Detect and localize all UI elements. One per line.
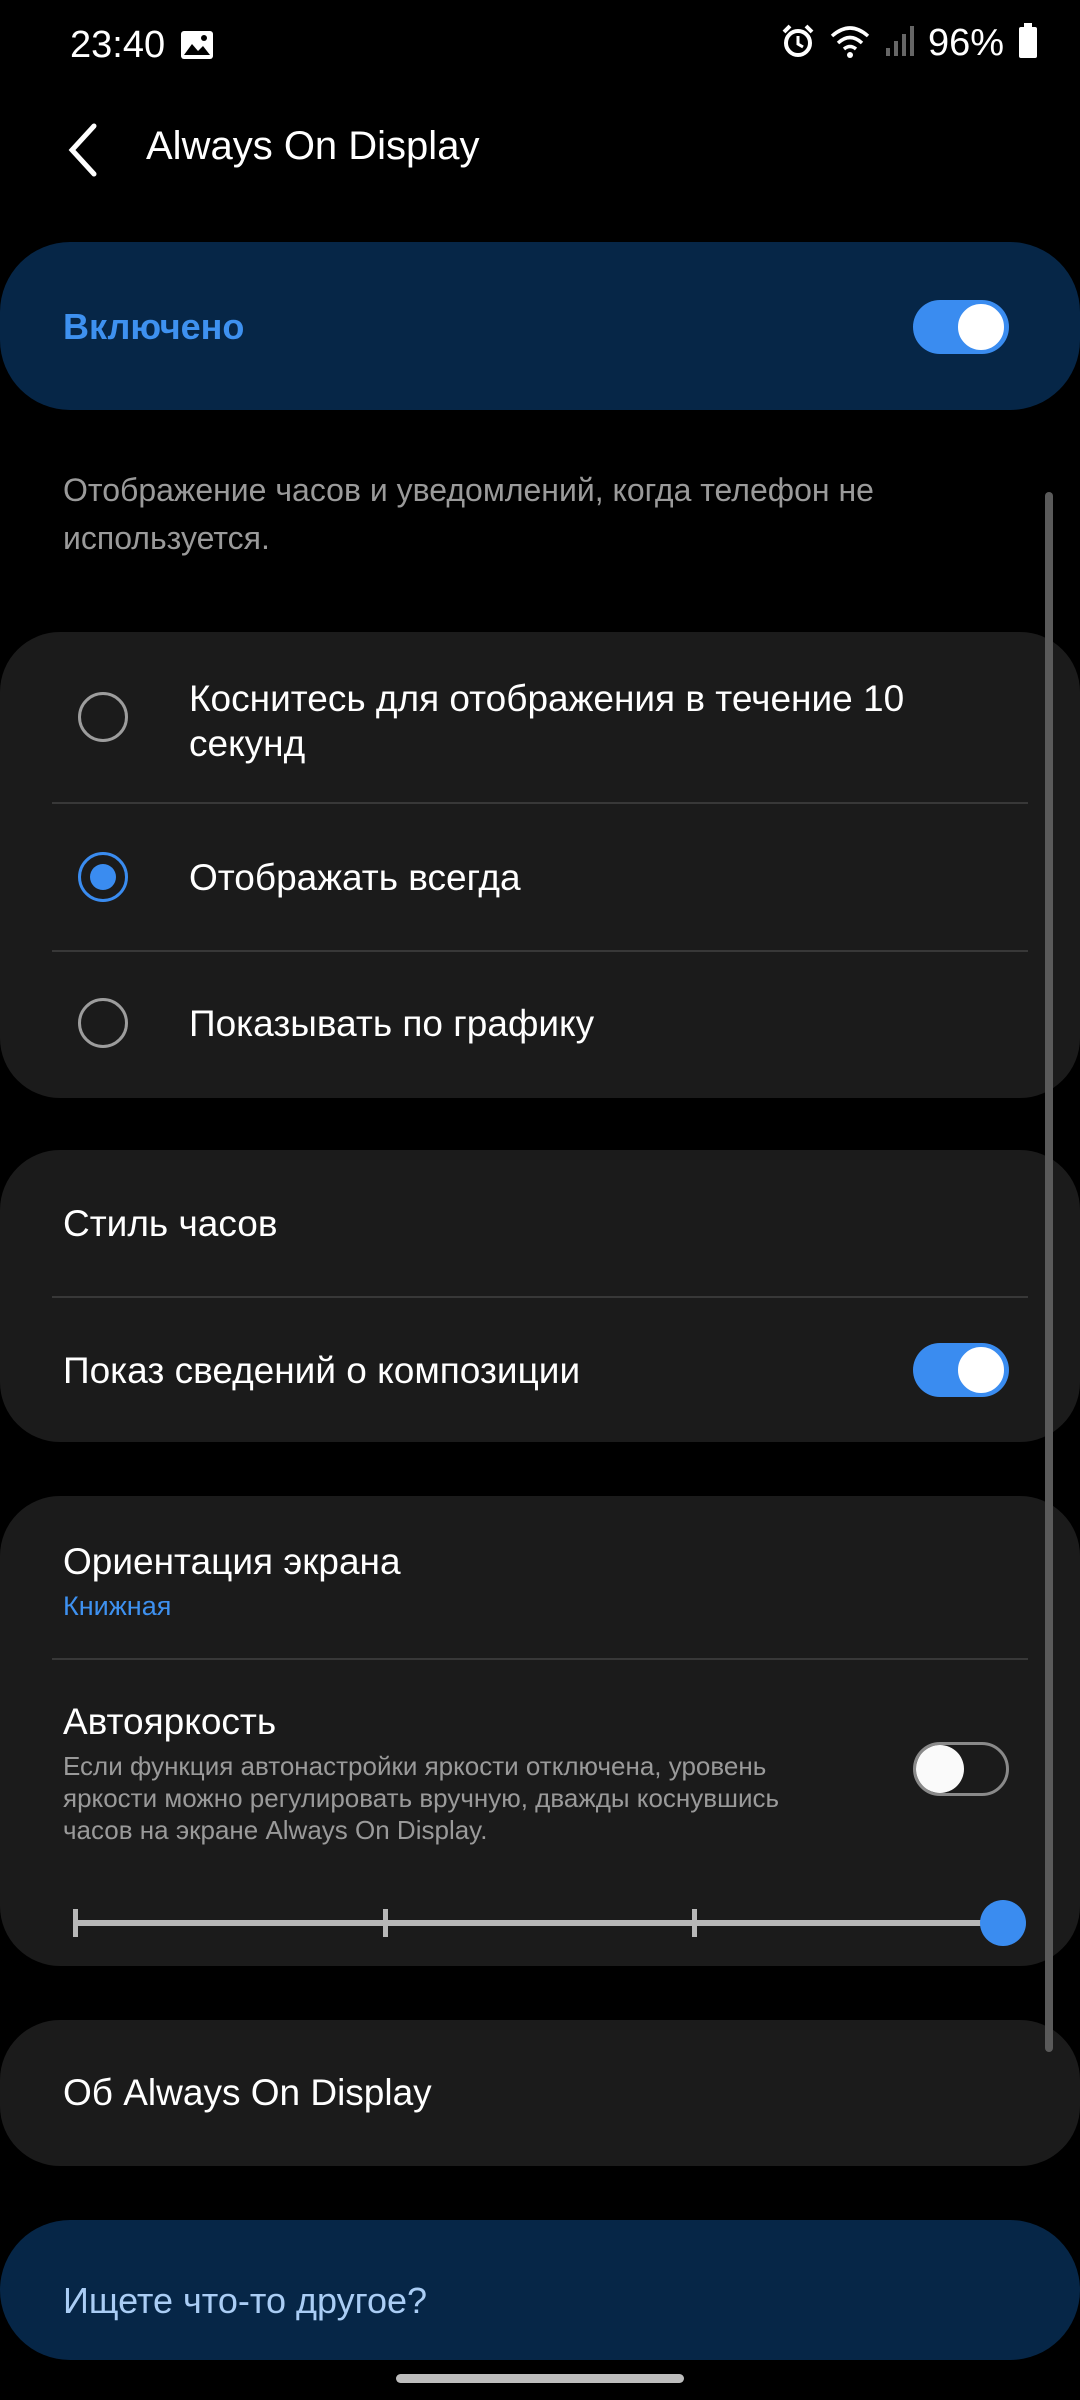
slider-tick — [383, 1909, 388, 1937]
about-item: Об Always On Display — [63, 2072, 432, 2113]
clock-style-item[interactable]: Стиль часов — [63, 1203, 277, 1245]
auto-brightness-item[interactable]: Автояркость — [63, 1701, 276, 1743]
radio-tap-to-show[interactable] — [78, 692, 128, 742]
brightness-slider-thumb[interactable] — [980, 1900, 1026, 1946]
wifi-icon — [830, 24, 870, 63]
orientation-value: Книжная — [63, 1591, 172, 1621]
music-info-item[interactable]: Показ сведений о композиции — [63, 1350, 580, 1392]
signal-icon — [884, 24, 914, 63]
battery-icon — [1018, 23, 1038, 64]
alarm-icon — [780, 23, 816, 64]
feature-description: Отображение часов и уведомлений, когда т… — [63, 472, 874, 556]
divider — [52, 1296, 1028, 1298]
radio-schedule[interactable] — [78, 998, 128, 1048]
auto-brightness-description: Если функция автонастройки яркости отклю… — [63, 1751, 780, 1845]
option-label: Коснитесь для отображения в течение 10 с… — [189, 678, 905, 764]
scrollbar[interactable] — [1045, 492, 1053, 2052]
option-label: Показывать по графику — [189, 1003, 595, 1044]
option-label: Отображать всегда — [189, 857, 521, 898]
gesture-bar[interactable] — [396, 2374, 684, 2383]
divider — [52, 1658, 1028, 1660]
brightness-slider-track[interactable] — [75, 1920, 1005, 1926]
master-toggle[interactable] — [913, 300, 1009, 354]
back-button[interactable] — [60, 120, 110, 180]
battery-percent: 96% — [927, 22, 1004, 64]
slider-tick — [692, 1909, 697, 1937]
search-suggestion-label: Ищете что-то другое? — [63, 2280, 428, 2321]
image-icon — [180, 30, 214, 60]
chevron-left-icon — [68, 123, 97, 177]
option-always-show[interactable] — [0, 804, 1080, 950]
status-time: 23:40 — [70, 24, 166, 66]
music-info-toggle[interactable] — [913, 1343, 1009, 1397]
slider-tick — [73, 1909, 78, 1937]
auto-brightness-toggle[interactable] — [913, 1742, 1009, 1796]
status-right: 96% — [780, 22, 1038, 65]
page-title: Always On Display — [146, 124, 480, 168]
master-switch-label: Включено — [63, 306, 245, 347]
orientation-item[interactable]: Ориентация экрана — [63, 1541, 401, 1583]
radio-always-show[interactable] — [78, 852, 128, 902]
